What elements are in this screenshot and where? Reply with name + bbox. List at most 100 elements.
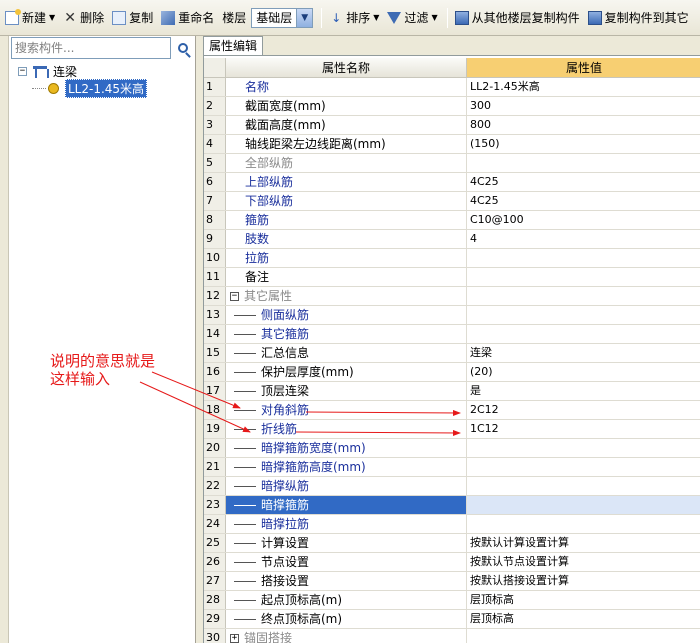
floor-select[interactable]: 基础层 ▼ [251,7,314,28]
table-row[interactable]: 12− 其它属性 [204,287,700,306]
property-name-cell[interactable]: 备注 [226,268,467,286]
copy-to-floor-button[interactable]: 复制构件到其它 [585,7,692,29]
property-name-cell[interactable]: 起点顶标高(m) [226,591,467,609]
table-row[interactable]: 30 + 锚固搭接 [204,629,700,643]
property-name-cell[interactable]: 暗撑箍筋高度(mm) [226,458,467,476]
collapse-icon[interactable]: − [18,67,27,76]
tree-item-child[interactable]: LL2-1.45米高 [32,79,148,98]
table-row[interactable]: 3 截面高度(mm) 800 [204,116,700,135]
table-row[interactable]: 4 轴线距梁左边线距离(mm) (150) [204,135,700,154]
property-value-cell[interactable]: 2C12 [467,401,700,419]
table-row[interactable]: 5 全部纵筋 [204,154,700,173]
property-name-cell[interactable]: 上部纵筋 [226,173,467,191]
table-row[interactable]: 23 暗撑箍筋 [204,496,700,515]
property-value-cell[interactable]: (150) [467,135,700,153]
property-value-cell[interactable]: 4C25 [467,192,700,210]
table-row[interactable]: 25 计算设置 按默认计算设置计算 [204,534,700,553]
property-value-cell[interactable]: 是 [467,382,700,400]
property-name-cell[interactable]: 保护层厚度(mm) [226,363,467,381]
property-name-cell[interactable]: 暗撑箍筋宽度(mm) [226,439,467,457]
property-value-cell[interactable]: 层顶标高 [467,610,700,628]
table-row[interactable]: 11 备注 [204,268,700,287]
rename-button[interactable]: 重命名 [158,7,217,29]
table-row[interactable]: 15 汇总信息 连梁 [204,344,700,363]
property-value-cell[interactable]: LL2-1.45米高 [467,78,700,96]
chevron-down-icon[interactable]: ▼ [296,8,313,27]
sort-button[interactable]: ↓ 排序 ▼ [326,7,382,29]
filter-button[interactable]: 过滤 ▼ [384,7,440,29]
property-value-cell[interactable] [467,458,700,476]
property-name-cell[interactable]: 搭接设置 [226,572,467,590]
property-value-cell[interactable]: 按默认节点设置计算 [467,553,700,571]
property-name-cell[interactable]: 顶层连梁 [226,382,467,400]
copy-from-floor-button[interactable]: 从其他楼层复制构件 [452,7,583,29]
property-name-cell[interactable]: 暗撑箍筋 [226,496,467,514]
column-header-name[interactable]: 属性名称 [226,58,467,78]
table-row[interactable]: 2 截面宽度(mm) 300 [204,97,700,116]
property-name-cell[interactable]: + 锚固搭接 [226,629,467,643]
table-row[interactable]: 19 折线筋 1C12 [204,420,700,439]
property-value-cell[interactable]: 按默认计算设置计算 [467,534,700,552]
property-value-cell[interactable] [467,439,700,457]
property-name-cell[interactable]: 折线筋 [226,420,467,438]
property-value-cell[interactable] [467,477,700,495]
property-value-cell[interactable] [467,325,700,343]
new-button[interactable]: 新建 ▼ [2,7,58,29]
table-row[interactable]: 20 暗撑箍筋宽度(mm) [204,439,700,458]
property-name-cell[interactable]: − 其它属性 [226,287,467,305]
property-name-cell[interactable]: 截面高度(mm) [226,116,467,134]
table-row[interactable]: 14 其它箍筋 [204,325,700,344]
property-value-cell[interactable] [467,268,700,286]
property-value-cell[interactable] [467,629,700,643]
table-row[interactable]: 7 下部纵筋 4C25 [204,192,700,211]
property-name-cell[interactable]: 其它箍筋 [226,325,467,343]
property-name-cell[interactable]: 侧面纵筋 [226,306,467,324]
property-name-cell[interactable]: 轴线距梁左边线距离(mm) [226,135,467,153]
table-row[interactable]: 10 拉筋 [204,249,700,268]
property-value-cell[interactable]: 1C12 [467,420,700,438]
property-name-cell[interactable]: 名称 [226,78,467,96]
property-value-cell[interactable]: 300 [467,97,700,115]
property-value-cell[interactable] [467,306,700,324]
property-value-cell[interactable]: 按默认搭接设置计算 [467,572,700,590]
property-value-cell[interactable] [467,515,700,533]
property-value-cell[interactable]: 4C25 [467,173,700,191]
property-name-cell[interactable]: 节点设置 [226,553,467,571]
search-button[interactable] [173,37,193,59]
table-row[interactable]: 17 顶层连梁 是 [204,382,700,401]
table-row[interactable]: 26 节点设置 按默认节点设置计算 [204,553,700,572]
property-value-cell[interactable] [467,154,700,172]
property-name-cell[interactable]: 对角斜筋 [226,401,467,419]
property-name-cell[interactable]: 全部纵筋 [226,154,467,172]
property-name-cell[interactable]: 箍筋 [226,211,467,229]
table-row[interactable]: 6 上部纵筋 4C25 [204,173,700,192]
property-name-cell[interactable]: 汇总信息 [226,344,467,362]
table-row[interactable]: 27 搭接设置 按默认搭接设置计算 [204,572,700,591]
collapse-icon[interactable]: − [230,291,239,301]
table-row[interactable]: 16 保护层厚度(mm) (20) [204,363,700,382]
table-row[interactable]: 18 对角斜筋 2C12 [204,401,700,420]
property-name-cell[interactable]: 拉筋 [226,249,467,267]
property-name-cell[interactable]: 暗撑纵筋 [226,477,467,495]
property-value-cell[interactable] [467,496,700,514]
property-value-cell[interactable]: 800 [467,116,700,134]
property-value-cell[interactable] [467,249,700,267]
property-value-cell[interactable] [467,287,700,305]
expand-icon[interactable]: + [230,633,239,643]
property-value-cell[interactable]: 连梁 [467,344,700,362]
copy-button[interactable]: 复制 [109,7,156,29]
column-header-value[interactable]: 属性值 [467,58,700,78]
table-row[interactable]: 28 起点顶标高(m) 层顶标高 [204,591,700,610]
property-name-cell[interactable]: 截面宽度(mm) [226,97,467,115]
table-row[interactable]: 8 箍筋 C10@100 [204,211,700,230]
table-row[interactable]: 9 肢数 4 [204,230,700,249]
tree-item-root[interactable]: − 连梁 [18,63,147,80]
property-name-cell[interactable]: 暗撑拉筋 [226,515,467,533]
property-name-cell[interactable]: 肢数 [226,230,467,248]
property-value-cell[interactable]: 4 [467,230,700,248]
tab-property-edit[interactable]: 属性编辑 [203,36,264,55]
property-name-cell[interactable]: 下部纵筋 [226,192,467,210]
table-row[interactable]: 13 侧面纵筋 [204,306,700,325]
table-row[interactable]: 21 暗撑箍筋高度(mm) [204,458,700,477]
table-row[interactable]: 29 终点顶标高(m) 层顶标高 [204,610,700,629]
